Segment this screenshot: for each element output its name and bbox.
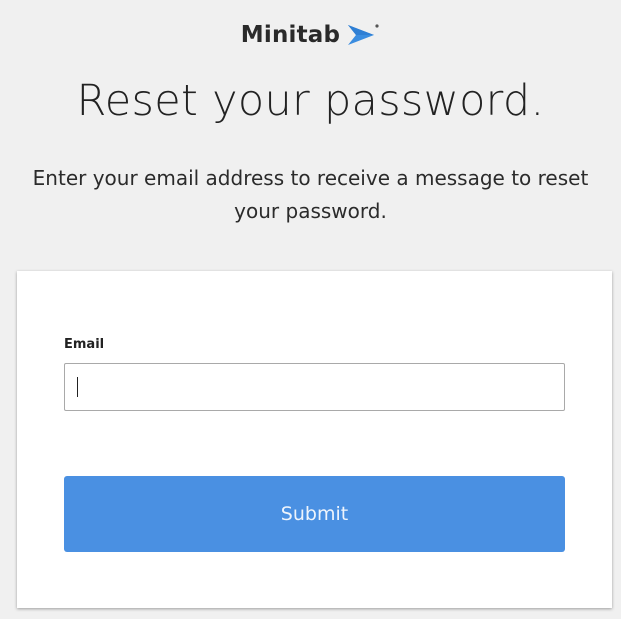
text-cursor: [77, 377, 78, 397]
submit-button[interactable]: Submit: [64, 476, 565, 552]
brand-logo: Minitab: [0, 22, 621, 48]
email-field[interactable]: [64, 363, 565, 411]
minitab-logo-icon: [346, 22, 380, 48]
email-label: Email: [64, 337, 105, 352]
page-title: Reset your password.: [76, 76, 545, 126]
page-subtitle: Enter your email address to receive a me…: [32, 166, 589, 223]
brand-name: Minitab: [240, 22, 341, 48]
reset-form-card: Email Submit: [17, 271, 612, 608]
